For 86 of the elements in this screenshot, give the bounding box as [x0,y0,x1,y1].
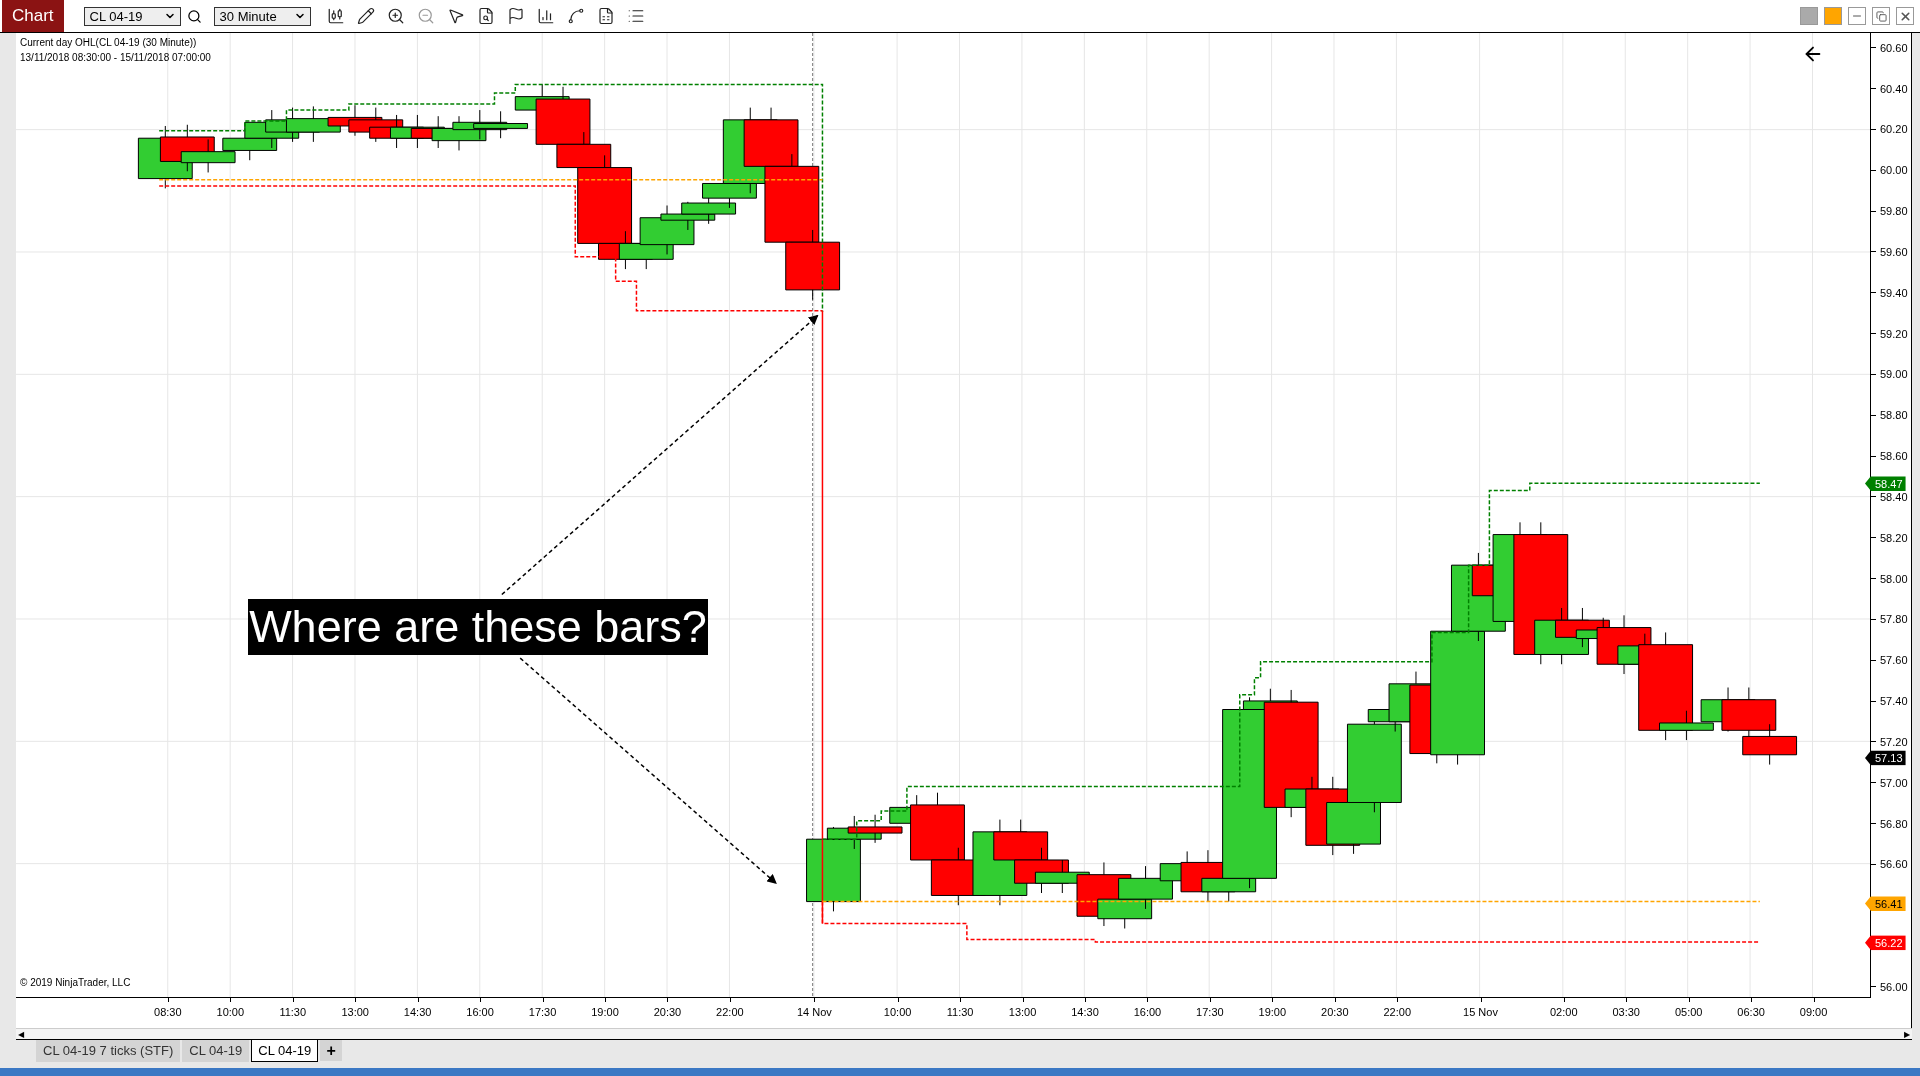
time-tick-label: 20:30 [653,1006,682,1018]
list-icon[interactable] [626,7,645,25]
time-tick-label: 15 Nov [1463,1006,1498,1018]
time-tick-label: 02:00 [1550,1006,1578,1018]
flag-icon[interactable] [506,7,525,25]
time-tick-label: 11:30 [946,1006,974,1018]
time-tick-label: 09:00 [1799,1006,1828,1018]
price-tick-label: 56.60 [1880,858,1908,871]
price-marker: 56.41 [1865,896,1906,912]
price-tick-label: 59.60 [1880,245,1908,258]
scroll-right-arrow[interactable]: ▶ [1904,1029,1910,1039]
chart-tab[interactable]: CL 04-19 7 ticks (STF) [36,1040,181,1062]
date-range: 13/11/2018 08:30:00 - 15/11/2018 07:00:00 [20,52,211,63]
close-icon [1898,9,1912,23]
time-tick-label: 05:00 [1674,1006,1703,1018]
time-tick-label: 10:00 [216,1006,245,1018]
price-tick-label: 58.60 [1880,450,1908,463]
chart-tab[interactable]: CL 04-19 [251,1040,319,1062]
price-tick-label: 59.20 [1880,327,1908,340]
tile-button[interactable] [1800,7,1818,25]
chart-tab[interactable]: CL 04-19 [182,1040,250,1062]
pencil-icon[interactable] [356,7,375,25]
price-tick-label: 57.20 [1880,735,1908,748]
price-tick-label: 58.00 [1880,572,1908,585]
time-tick-label: 19:00 [1258,1006,1287,1018]
time-tick-label: 14 Nov [796,1006,832,1018]
time-tick-label: 14:30 [1071,1006,1099,1018]
zoom-in-icon[interactable] [386,7,405,25]
candle [785,229,841,301]
candle [1742,723,1798,766]
time-tick-label: 16:00 [1133,1006,1162,1018]
time-tick-label: 08:30 [154,1006,182,1018]
time-tick-label: 19:00 [591,1006,619,1018]
price-tick-label: 57.60 [1880,654,1908,667]
time-tick-label: 13:00 [341,1006,369,1018]
add-tab-button[interactable]: + [320,1040,343,1061]
interval-dropdown[interactable]: 30 Minute [213,6,311,26]
document-search-icon[interactable] [476,7,495,25]
restore-button[interactable] [1872,7,1890,25]
price-tick-label: 58.40 [1880,490,1908,503]
price-tick-label: 59.00 [1880,368,1908,381]
time-tick-label: 11:30 [279,1006,307,1018]
price-tick-label: 59.40 [1880,286,1908,299]
instrument-dropdown[interactable]: CL 04-19 [83,6,181,26]
price-marker: 57.13 [1865,750,1906,766]
time-tick-label: 14:30 [403,1006,432,1018]
time-tick-label: 16:00 [466,1006,494,1018]
candlestick-icon[interactable] [326,7,345,25]
time-tick-label: 22:00 [716,1006,744,1018]
time-tick-label: 17:30 [1196,1006,1224,1018]
price-tick-label: 56.80 [1880,817,1908,830]
time-tick-label: 17:30 [528,1006,557,1018]
price-tick-label: 60.00 [1880,164,1908,177]
app-badge[interactable]: Chart [2,0,64,32]
price-tick-label: 60.40 [1880,82,1908,95]
spreadsheet-icon[interactable] [596,7,615,25]
price-tick-label: 57.40 [1880,695,1908,708]
price-marker: 58.47 [1865,476,1906,492]
price-tick-label: 59.80 [1880,205,1908,218]
line-chart-icon[interactable] [566,7,585,25]
restore-icon [1875,10,1887,22]
price-tick-label: 58.80 [1880,409,1908,422]
time-tick-label: 10:00 [883,1006,912,1018]
close-button[interactable] [1896,7,1914,25]
bar-chart-icon[interactable] [536,7,555,25]
search-icon[interactable] [186,8,202,24]
price-tick-label: 58.20 [1880,531,1908,544]
copyright-text: © 2019 NinjaTrader, LLC [20,977,131,988]
pointer-icon[interactable] [446,7,465,25]
time-tick-label: 13:00 [1008,1006,1037,1018]
price-tick-label: 60.20 [1880,123,1908,136]
price-tick-label: 56.00 [1880,980,1908,993]
price-marker: 56.22 [1865,935,1906,951]
time-tick-label: 06:30 [1737,1006,1765,1018]
price-tick-label: 57.00 [1880,776,1908,789]
scroll-left-arrow[interactable]: ◀ [18,1029,24,1039]
minimize-button[interactable] [1848,7,1866,25]
price-tick-label: 60.60 [1880,41,1908,54]
candle [473,110,529,139]
indicator-title: Current day OHL(CL 04-19 (30 Minute)) [20,37,197,48]
time-tick-label: 03:30 [1612,1006,1640,1018]
time-tick-label: 20:30 [1321,1006,1349,1018]
price-tick-label: 57.80 [1880,613,1908,626]
zoom-out-icon[interactable] [416,7,435,25]
callout-label: Where are these bars? [248,599,708,655]
time-tick-label: 22:00 [1383,1006,1411,1018]
